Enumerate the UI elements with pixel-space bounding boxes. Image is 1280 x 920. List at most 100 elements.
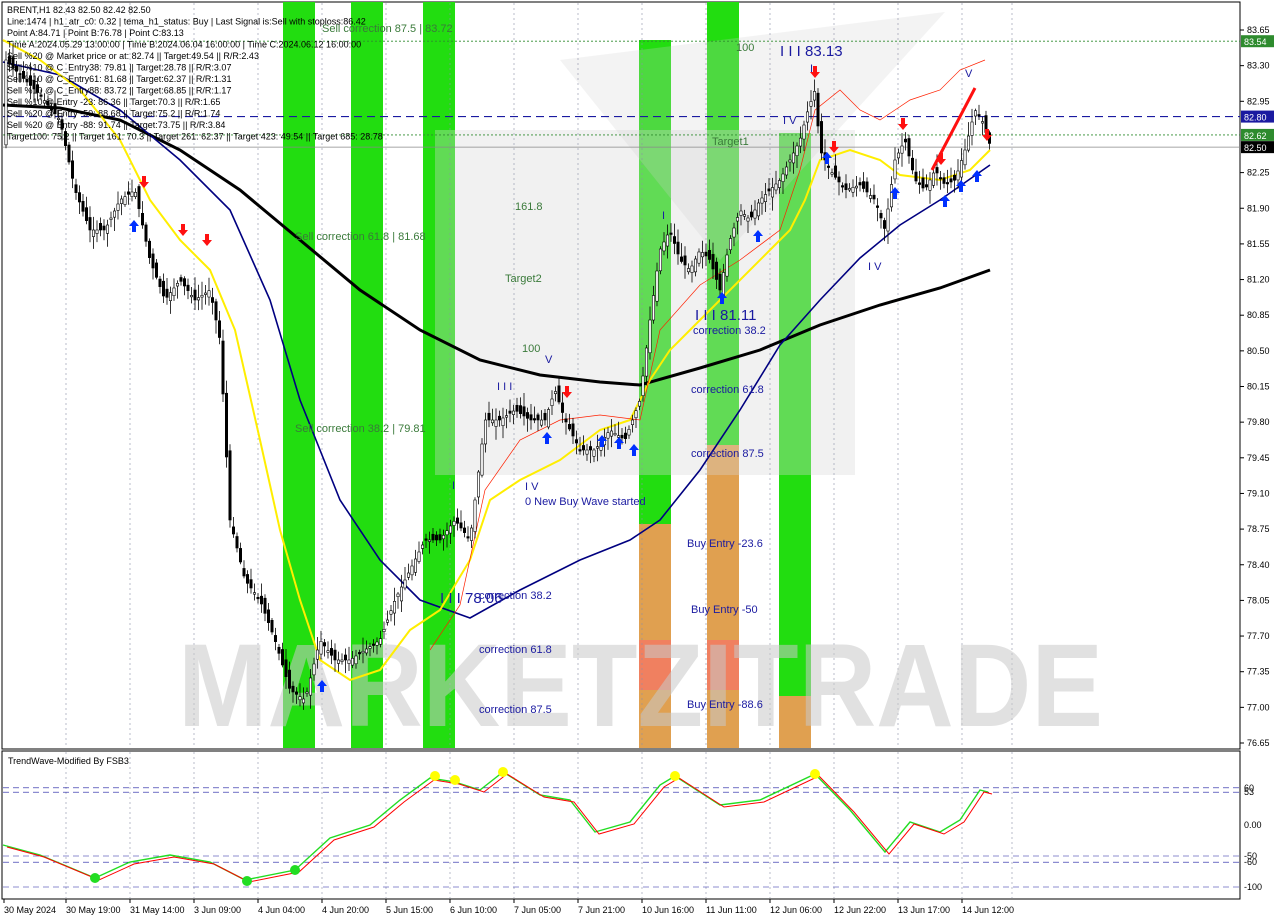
candle-body [441, 535, 445, 540]
candle-body [263, 597, 267, 614]
candle-body [854, 185, 858, 189]
candle-body [746, 217, 750, 222]
candle-body [99, 223, 103, 231]
candle-body [308, 677, 312, 696]
candle-body [452, 521, 456, 526]
osc-tick-label: 53 [1244, 787, 1254, 797]
osc-dot-top [810, 769, 820, 779]
zone-label: Target2 [505, 273, 542, 285]
y-tick-label: 81.20 [1247, 275, 1270, 285]
y-tick-label: 81.55 [1247, 239, 1270, 249]
candle-body [910, 157, 914, 171]
y-tick-label: 77.70 [1247, 631, 1270, 641]
candle-body [784, 166, 788, 176]
x-tick-label: 30 May 19:00 [66, 905, 121, 915]
candle-body [557, 385, 561, 403]
candle-body [228, 450, 232, 521]
zone-label: Buy Entry -88.6 [687, 699, 763, 711]
candle-body [553, 391, 557, 394]
candle-body [420, 544, 424, 549]
candle-body [207, 290, 211, 298]
zone-label: correction 87.5 [691, 448, 764, 460]
candle-body [567, 424, 571, 430]
candle-body [700, 252, 704, 258]
candle-body [872, 194, 876, 200]
candle-body [197, 297, 201, 301]
zone-label: 0 New Buy Wave started [525, 496, 646, 508]
candle-body [865, 181, 869, 193]
candle-body [581, 445, 585, 451]
candle-body [648, 319, 652, 354]
candle-body [767, 188, 771, 192]
candle-body [830, 172, 834, 175]
candle-body [273, 635, 277, 642]
zone-label: correction 61.8 [691, 384, 764, 396]
candle-body [113, 210, 117, 218]
candle-body [977, 114, 981, 117]
wave-label: I V [868, 261, 882, 273]
candle-body [725, 254, 729, 277]
candle-body [134, 192, 138, 197]
candle-body [176, 283, 180, 287]
candle-body [85, 207, 89, 221]
candle-body [116, 203, 120, 211]
candle-body [305, 691, 309, 694]
candle-body [396, 593, 400, 597]
y-tick-label: 76.65 [1247, 738, 1270, 748]
y-tick-label: 82.95 [1247, 96, 1270, 106]
candle-body [78, 192, 82, 203]
candle-body [333, 649, 337, 661]
candle-body [225, 392, 229, 458]
candle-body [711, 254, 715, 270]
candle-body [945, 182, 949, 185]
candle-body [494, 419, 498, 427]
osc-tick-label: -100 [1244, 882, 1262, 892]
candle-body [301, 698, 305, 704]
wave-label: I I I 81.11 [695, 307, 756, 324]
candle-body [497, 415, 501, 421]
x-tick-label: 6 Jun 10:00 [450, 905, 497, 915]
candle-body [515, 404, 519, 412]
candle-body [532, 418, 536, 421]
candle-body [389, 610, 393, 615]
y-tick-label: 81.90 [1247, 203, 1270, 213]
candle-body [487, 412, 491, 421]
candle-body [529, 414, 533, 421]
candle-body [81, 201, 85, 212]
candle-body [606, 432, 610, 439]
candle-body [777, 180, 781, 188]
candle-body [952, 174, 956, 181]
candle-body [504, 415, 508, 418]
candle-body [431, 533, 435, 541]
candle-body [560, 402, 564, 413]
trading-chart[interactable]: MARKETZITRADE Sell correction 87.5 | 83.… [0, 0, 1280, 920]
candle-body [543, 412, 547, 421]
candle-body [130, 191, 134, 197]
candle-body [123, 196, 127, 205]
candle-body [623, 432, 627, 439]
candle-body [172, 287, 176, 297]
osc-dot-bottom [242, 876, 252, 886]
candle-body [364, 648, 368, 654]
candle-body [256, 596, 260, 600]
candle-body [287, 669, 291, 689]
candle-body [546, 409, 550, 428]
x-tick-label: 10 Jun 16:00 [642, 905, 694, 915]
candle-body [162, 280, 166, 297]
candle-body [802, 124, 806, 140]
candle-body [903, 138, 907, 143]
candle-body [354, 655, 358, 665]
candle-body [655, 270, 659, 302]
candle-body [627, 429, 631, 436]
candle-body [221, 340, 225, 395]
price-tag-label: 82.80 [1244, 113, 1267, 123]
candle-body [151, 253, 155, 269]
candle-body [137, 186, 141, 209]
y-tick-label: 83.30 [1247, 61, 1270, 71]
candle-body [315, 649, 319, 660]
y-tick-label: 80.85 [1247, 310, 1270, 320]
price-tag-label: 82.62 [1244, 131, 1267, 141]
candle-body [875, 205, 879, 208]
candle-body [214, 301, 218, 321]
y-tick-label: 79.10 [1247, 488, 1270, 498]
